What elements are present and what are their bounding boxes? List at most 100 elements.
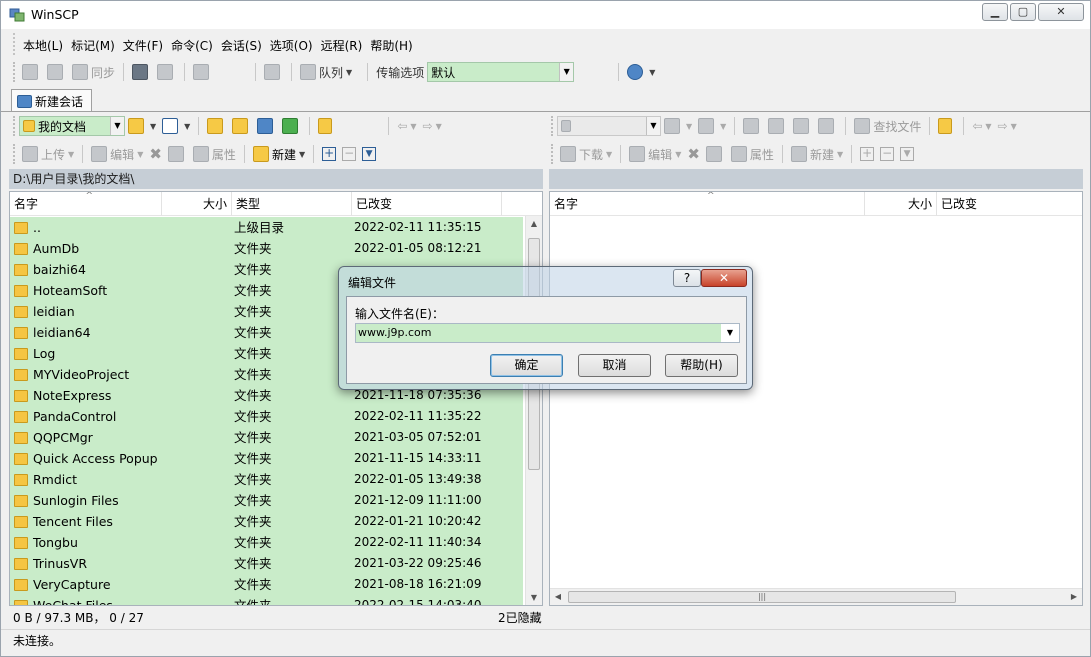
table-row[interactable]: TrinusVR 文件夹 2021-03-22 09:25:46	[10, 553, 523, 574]
properties-button[interactable]: 属性	[190, 144, 239, 165]
right-parent-dir-button[interactable]	[740, 116, 765, 136]
table-row[interactable]: Rmdict 文件夹 2022-01-05 13:49:38	[10, 469, 523, 490]
download-button[interactable]: 下载 ▼	[557, 144, 615, 165]
table-row[interactable]: Tencent Files 文件夹 2022-01-21 10:20:42	[10, 511, 523, 532]
table-row[interactable]: Quick Access Popup 文件夹 2021-11-15 14:33:11	[10, 448, 523, 469]
filename-combobox[interactable]: www.j9p.com ▼	[355, 323, 740, 343]
right-back-button[interactable]: ⇦ ▼	[969, 117, 994, 135]
forward-button[interactable]: ⇨ ▼	[420, 117, 445, 135]
select-all-button[interactable]: +	[319, 145, 339, 163]
right-tree-button[interactable]	[935, 116, 958, 136]
dialog-help-icon[interactable]: ?	[673, 269, 701, 287]
left-location-select[interactable]: 我的文档 ▼	[19, 116, 125, 136]
scroll-left-icon[interactable]: ◀	[550, 589, 566, 605]
menu-mark[interactable]: 标记(M)	[67, 33, 119, 55]
open-folder-icon	[128, 118, 144, 134]
right-forward-button[interactable]: ⇨ ▼	[995, 117, 1020, 135]
left-path-bar: D:\用户目录\我的文档\	[9, 169, 543, 189]
right-select-all-button[interactable]: +	[857, 145, 877, 163]
remote-column-header-size[interactable]: 大小	[865, 192, 937, 216]
scroll-down-icon[interactable]: ▼	[526, 590, 542, 605]
refresh-button[interactable]	[279, 116, 304, 136]
column-header-modified[interactable]: 已改变	[352, 192, 502, 216]
menu-session[interactable]: 会话(S)	[217, 33, 266, 55]
menu-help[interactable]: 帮助(H)	[366, 33, 416, 55]
invert-selection-button[interactable]: ▼	[359, 145, 379, 163]
column-header-name[interactable]: ^ 名字	[10, 192, 162, 216]
scrollbar-thumb[interactable]: |||	[568, 591, 956, 603]
transfer-settings-select[interactable]: 默认 ▼	[427, 62, 575, 82]
table-row[interactable]: AumDb 文件夹 2022-01-05 08:12:21	[10, 238, 523, 259]
table-row[interactable]: Tongbu 文件夹 2022-02-11 11:40:34	[10, 532, 523, 553]
right-home-button[interactable]	[790, 116, 815, 136]
edit-button[interactable]: 编辑 ▼	[88, 144, 146, 165]
menu-options[interactable]: 选项(O)	[266, 33, 317, 55]
ok-button[interactable]: 确定	[490, 354, 563, 377]
right-new-button[interactable]: 新建 ▼	[788, 144, 846, 165]
root-dir-button[interactable]	[229, 116, 254, 136]
right-location-select[interactable]: ▼	[557, 116, 661, 136]
right-delete-button[interactable]: ✖	[684, 143, 703, 165]
right-invert-selection-button[interactable]: ▼	[897, 145, 917, 163]
preferences-button[interactable]	[261, 62, 286, 82]
right-open-folder-button[interactable]: ▼	[661, 116, 695, 136]
deselect-button[interactable]: −	[339, 145, 359, 163]
file-name: ..	[33, 220, 41, 235]
cancel-button[interactable]: 取消	[578, 354, 651, 377]
column-header-size[interactable]: 大小	[162, 192, 232, 216]
filter-button[interactable]: ▼	[159, 116, 193, 136]
console-button[interactable]	[129, 62, 154, 82]
scroll-right-icon[interactable]: ▶	[1066, 589, 1082, 605]
local-file-panel[interactable]: ^ 名字 大小 类型 已改变 .. 上级目录 2022-02-11 11:35:15 A…	[9, 191, 543, 606]
filename-input[interactable]: www.j9p.com	[356, 324, 721, 342]
folder-icon	[14, 347, 28, 360]
menu-commands[interactable]: 命令(C)	[167, 33, 217, 55]
back-button[interactable]: ⇦ ▼	[394, 117, 419, 135]
tab-new-session[interactable]: 新建会话	[11, 89, 92, 112]
menu-files[interactable]: 文件(F)	[119, 33, 167, 55]
table-row[interactable]: QQPCMgr 文件夹 2021-03-05 07:52:01	[10, 427, 523, 448]
table-row[interactable]: Sunlogin Files 文件夹 2021-12-09 11:11:00	[10, 490, 523, 511]
minimize-button[interactable]: ▁	[982, 3, 1008, 21]
help-button[interactable]: 帮助(H)	[665, 354, 738, 377]
rename-button[interactable]	[165, 144, 190, 164]
upload-button[interactable]: 上传 ▼	[19, 144, 77, 165]
remote-column-header-modified[interactable]: 已改变	[937, 192, 1082, 216]
queue-button[interactable]: 队列 ▼	[297, 62, 355, 83]
menu-remote[interactable]: 远程(R)	[317, 33, 367, 55]
delete-button[interactable]: ✖	[146, 143, 165, 165]
tree-button[interactable]	[315, 116, 338, 136]
remote-column-header-name[interactable]: ^ 名字	[550, 192, 865, 216]
right-root-dir-button[interactable]	[765, 116, 790, 136]
right-filter-button[interactable]: ▼	[695, 116, 729, 136]
dialog-close-icon[interactable]: ✕	[701, 269, 747, 287]
find-files-button[interactable]: 查找文件	[851, 116, 924, 137]
maximize-button[interactable]: ▢	[1010, 3, 1036, 21]
table-row[interactable]: PandaControl 文件夹 2022-02-11 11:35:22	[10, 406, 523, 427]
table-row[interactable]: .. 上级目录 2022-02-11 11:35:15	[10, 217, 523, 238]
putty-button[interactable]	[154, 62, 179, 82]
compare-dirs-button[interactable]	[19, 62, 44, 82]
scroll-up-icon[interactable]: ▲	[526, 216, 542, 232]
remote-horizontal-scrollbar[interactable]: ◀ ||| ▶	[550, 588, 1082, 605]
right-edit-button[interactable]: 编辑 ▼	[626, 144, 684, 165]
right-refresh-button[interactable]	[815, 116, 840, 136]
parent-dir-button[interactable]	[204, 116, 229, 136]
sync-button[interactable]: 同步	[69, 62, 118, 83]
session-globe-button[interactable]: ▼	[624, 62, 658, 82]
remote-file-panel[interactable]: ^ 名字 大小 已改变 ◀ ||| ▶	[549, 191, 1083, 606]
chevron-down-icon[interactable]: ▼	[721, 324, 739, 342]
close-button[interactable]: ✕	[1038, 3, 1084, 21]
layout-button[interactable]	[190, 62, 215, 82]
open-folder-button[interactable]: ▼	[125, 116, 159, 136]
column-header-type[interactable]: 类型	[232, 192, 352, 216]
sync-browse-button[interactable]	[44, 62, 69, 82]
right-deselect-button[interactable]: −	[877, 145, 897, 163]
right-rename-button[interactable]	[703, 144, 728, 164]
right-properties-button[interactable]: 属性	[728, 144, 777, 165]
home-button[interactable]	[254, 116, 279, 136]
table-row[interactable]: VeryCapture 文件夹 2021-08-18 16:21:09	[10, 574, 523, 595]
table-row[interactable]: WeChat Files 文件夹 2022-02-15 14:03:40	[10, 595, 523, 605]
menu-local[interactable]: 本地(L)	[19, 33, 67, 55]
new-button[interactable]: 新建 ▼	[250, 144, 308, 165]
